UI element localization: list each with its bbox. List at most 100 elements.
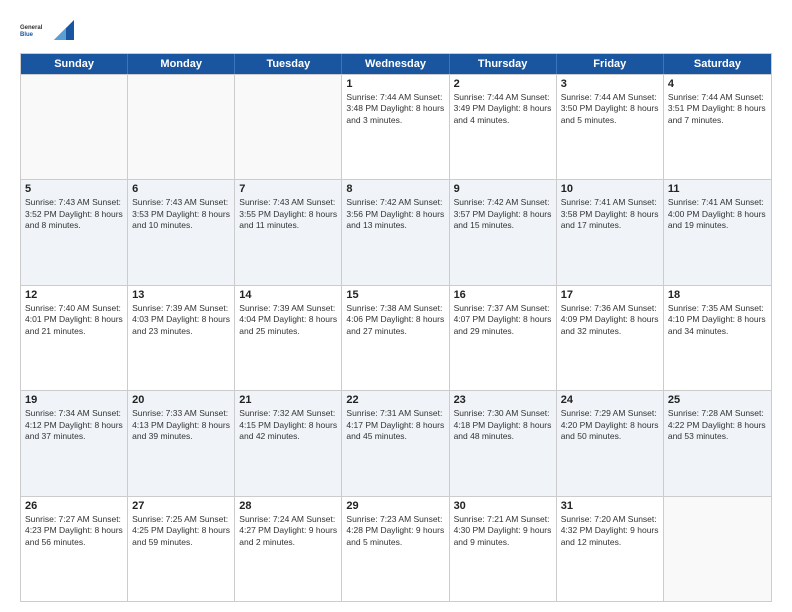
calendar-cell: 14 Sunrise: 7:39 AM Sunset: 4:04 PM Dayli…: [235, 286, 342, 390]
calendar-row: 19 Sunrise: 7:34 AM Sunset: 4:12 PM Dayli…: [21, 390, 771, 495]
cell-info: Sunrise: 7:38 AM Sunset: 4:06 PM Dayligh…: [346, 303, 444, 337]
weekday-header: Thursday: [450, 54, 557, 74]
cell-info: Sunrise: 7:23 AM Sunset: 4:28 PM Dayligh…: [346, 514, 444, 548]
calendar-cell: 4 Sunrise: 7:44 AM Sunset: 3:51 PM Daylig…: [664, 75, 771, 179]
weekday-header: Friday: [557, 54, 664, 74]
calendar-cell: 10 Sunrise: 7:41 AM Sunset: 3:58 PM Dayli…: [557, 180, 664, 284]
weekday-header: Tuesday: [235, 54, 342, 74]
cell-info: Sunrise: 7:37 AM Sunset: 4:07 PM Dayligh…: [454, 303, 552, 337]
calendar-cell: 2 Sunrise: 7:44 AM Sunset: 3:49 PM Daylig…: [450, 75, 557, 179]
calendar-cell: 7 Sunrise: 7:43 AM Sunset: 3:55 PM Daylig…: [235, 180, 342, 284]
cell-info: Sunrise: 7:42 AM Sunset: 3:56 PM Dayligh…: [346, 197, 444, 231]
calendar-cell: 6 Sunrise: 7:43 AM Sunset: 3:53 PM Daylig…: [128, 180, 235, 284]
empty-cell: [664, 497, 771, 601]
calendar-cell: 30 Sunrise: 7:21 AM Sunset: 4:30 PM Dayli…: [450, 497, 557, 601]
calendar-cell: 28 Sunrise: 7:24 AM Sunset: 4:27 PM Dayli…: [235, 497, 342, 601]
calendar-cell: 5 Sunrise: 7:43 AM Sunset: 3:52 PM Daylig…: [21, 180, 128, 284]
calendar-cell: 21 Sunrise: 7:32 AM Sunset: 4:15 PM Dayli…: [235, 391, 342, 495]
cell-info: Sunrise: 7:43 AM Sunset: 3:53 PM Dayligh…: [132, 197, 230, 231]
cell-info: Sunrise: 7:28 AM Sunset: 4:22 PM Dayligh…: [668, 408, 767, 442]
day-number: 31: [561, 500, 659, 512]
cell-info: Sunrise: 7:31 AM Sunset: 4:17 PM Dayligh…: [346, 408, 444, 442]
day-number: 5: [25, 183, 123, 195]
cell-info: Sunrise: 7:44 AM Sunset: 3:48 PM Dayligh…: [346, 92, 444, 126]
logo-arrow-icon: [54, 20, 74, 40]
cell-info: Sunrise: 7:24 AM Sunset: 4:27 PM Dayligh…: [239, 514, 337, 548]
calendar-cell: 23 Sunrise: 7:30 AM Sunset: 4:18 PM Dayli…: [450, 391, 557, 495]
day-number: 7: [239, 183, 337, 195]
cell-info: Sunrise: 7:44 AM Sunset: 3:50 PM Dayligh…: [561, 92, 659, 126]
logo-svg: General Blue: [20, 15, 50, 45]
day-number: 6: [132, 183, 230, 195]
day-number: 17: [561, 289, 659, 301]
cell-info: Sunrise: 7:35 AM Sunset: 4:10 PM Dayligh…: [668, 303, 767, 337]
day-number: 9: [454, 183, 552, 195]
calendar-cell: 17 Sunrise: 7:36 AM Sunset: 4:09 PM Dayli…: [557, 286, 664, 390]
cell-info: Sunrise: 7:41 AM Sunset: 3:58 PM Dayligh…: [561, 197, 659, 231]
day-number: 15: [346, 289, 444, 301]
day-number: 14: [239, 289, 337, 301]
cell-info: Sunrise: 7:39 AM Sunset: 4:04 PM Dayligh…: [239, 303, 337, 337]
day-number: 30: [454, 500, 552, 512]
calendar-cell: 13Sunrise: 7:39 AM Sunset: 4:03 PM Dayli…: [128, 286, 235, 390]
empty-cell: [21, 75, 128, 179]
day-number: 18: [668, 289, 767, 301]
calendar-cell: 12Sunrise: 7:40 AM Sunset: 4:01 PM Dayli…: [21, 286, 128, 390]
logo: General Blue: [20, 15, 74, 45]
cell-info: Sunrise: 7:20 AM Sunset: 4:32 PM Dayligh…: [561, 514, 659, 548]
day-number: 23: [454, 394, 552, 406]
cell-info: Sunrise: 7:36 AM Sunset: 4:09 PM Dayligh…: [561, 303, 659, 337]
calendar-cell: 25 Sunrise: 7:28 AM Sunset: 4:22 PM Dayli…: [664, 391, 771, 495]
cell-info: Sunrise: 7:43 AM Sunset: 3:55 PM Dayligh…: [239, 197, 337, 231]
day-number: 11: [668, 183, 767, 195]
day-number: 21: [239, 394, 337, 406]
day-number: 8: [346, 183, 444, 195]
cell-info: Sunrise: 7:27 AM Sunset: 4:23 PM Dayligh…: [25, 514, 123, 548]
svg-text:Blue: Blue: [20, 32, 34, 38]
empty-cell: [128, 75, 235, 179]
weekday-header: Monday: [128, 54, 235, 74]
day-number: 13: [132, 289, 230, 301]
cell-info: Sunrise: 7:34 AM Sunset: 4:12 PM Dayligh…: [25, 408, 123, 442]
cell-info: Sunrise: 7:25 AM Sunset: 4:25 PM Dayligh…: [132, 514, 230, 548]
day-number: 19: [25, 394, 123, 406]
weekday-header: Saturday: [664, 54, 771, 74]
day-number: 3: [561, 78, 659, 90]
cell-info: Sunrise: 7:44 AM Sunset: 3:51 PM Dayligh…: [668, 92, 767, 126]
calendar-cell: 11 Sunrise: 7:41 AM Sunset: 4:00 PM Dayli…: [664, 180, 771, 284]
day-number: 20: [132, 394, 230, 406]
day-number: 10: [561, 183, 659, 195]
cell-info: Sunrise: 7:30 AM Sunset: 4:18 PM Dayligh…: [454, 408, 552, 442]
calendar-cell: 8 Sunrise: 7:42 AM Sunset: 3:56 PM Daylig…: [342, 180, 449, 284]
day-number: 24: [561, 394, 659, 406]
day-number: 1: [346, 78, 444, 90]
calendar-cell: 1 Sunrise: 7:44 AM Sunset: 3:48 PM Daylig…: [342, 75, 449, 179]
day-number: 26: [25, 500, 123, 512]
day-number: 12: [25, 289, 123, 301]
calendar-cell: 31 Sunrise: 7:20 AM Sunset: 4:32 PM Dayli…: [557, 497, 664, 601]
cell-info: Sunrise: 7:33 AM Sunset: 4:13 PM Dayligh…: [132, 408, 230, 442]
calendar-row: 1 Sunrise: 7:44 AM Sunset: 3:48 PM Daylig…: [21, 74, 771, 179]
calendar-cell: 16 Sunrise: 7:37 AM Sunset: 4:07 PM Dayli…: [450, 286, 557, 390]
cell-info: Sunrise: 7:29 AM Sunset: 4:20 PM Dayligh…: [561, 408, 659, 442]
day-number: 25: [668, 394, 767, 406]
day-number: 28: [239, 500, 337, 512]
day-number: 2: [454, 78, 552, 90]
cell-info: Sunrise: 7:43 AM Sunset: 3:52 PM Dayligh…: [25, 197, 123, 231]
calendar-header: SundayMondayTuesdayWednesdayThursdayFrid…: [21, 54, 771, 74]
cell-info: Sunrise: 7:32 AM Sunset: 4:15 PM Dayligh…: [239, 408, 337, 442]
cell-info: Sunrise: 7:44 AM Sunset: 3:49 PM Dayligh…: [454, 92, 552, 126]
calendar-body: 1 Sunrise: 7:44 AM Sunset: 3:48 PM Daylig…: [21, 74, 771, 601]
calendar-cell: 3 Sunrise: 7:44 AM Sunset: 3:50 PM Daylig…: [557, 75, 664, 179]
calendar-cell: 24 Sunrise: 7:29 AM Sunset: 4:20 PM Dayli…: [557, 391, 664, 495]
cell-info: Sunrise: 7:21 AM Sunset: 4:30 PM Dayligh…: [454, 514, 552, 548]
weekday-header: Wednesday: [342, 54, 449, 74]
cell-info: Sunrise: 7:41 AM Sunset: 4:00 PM Dayligh…: [668, 197, 767, 231]
day-number: 16: [454, 289, 552, 301]
calendar-cell: 20 Sunrise: 7:33 AM Sunset: 4:13 PM Dayli…: [128, 391, 235, 495]
calendar: SundayMondayTuesdayWednesdayThursdayFrid…: [20, 53, 772, 602]
calendar-row: 12Sunrise: 7:40 AM Sunset: 4:01 PM Dayli…: [21, 285, 771, 390]
day-number: 4: [668, 78, 767, 90]
day-number: 22: [346, 394, 444, 406]
calendar-cell: 15 Sunrise: 7:38 AM Sunset: 4:06 PM Dayli…: [342, 286, 449, 390]
